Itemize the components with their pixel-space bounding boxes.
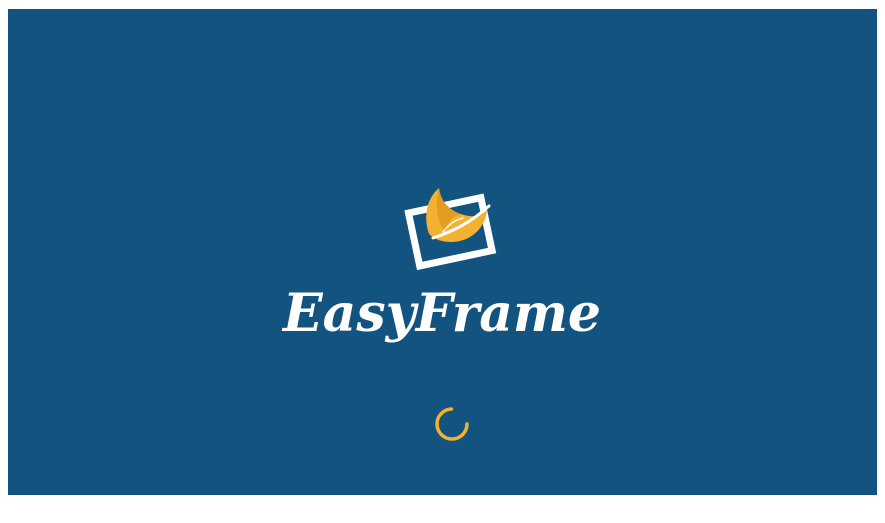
app-name: EasyFrame xyxy=(281,283,601,344)
frame-with-feather-icon xyxy=(404,188,497,271)
app-name-wordmark: EasyFrame xyxy=(8,271,877,361)
easyframe-logo-icon xyxy=(403,180,505,272)
splash-screen: EasyFrame xyxy=(8,9,877,495)
loading-spinner-icon xyxy=(431,403,473,445)
